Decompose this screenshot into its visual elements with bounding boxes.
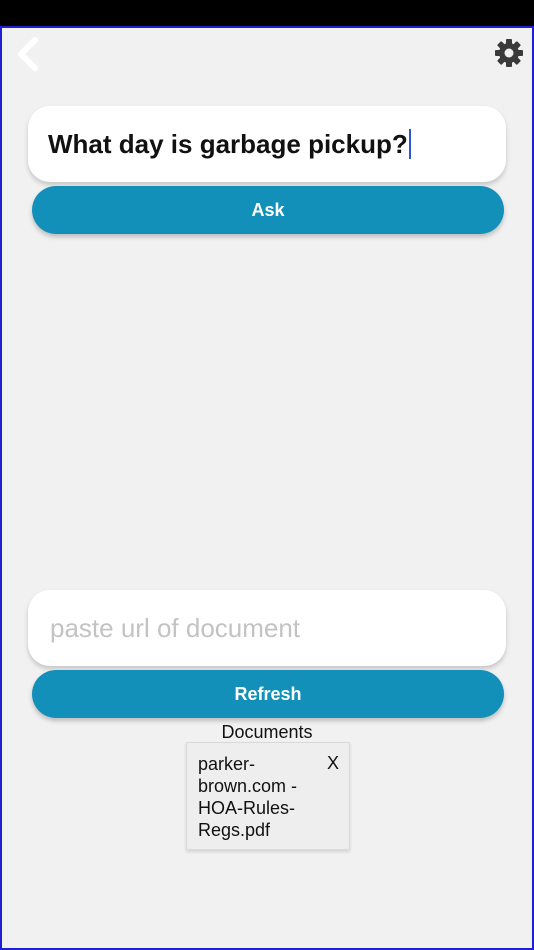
text-caret [408,129,411,159]
refresh-button[interactable]: Refresh [32,670,504,718]
chevron-left-icon [18,37,38,71]
question-field[interactable]: What day is garbage pickup? [28,106,506,182]
app-screen: What day is garbage pickup? Ask Refresh … [0,26,534,950]
question-input[interactable]: What day is garbage pickup? [48,129,411,160]
document-url-field[interactable] [28,590,506,666]
back-button[interactable] [10,36,46,72]
question-text: What day is garbage pickup? [48,128,408,159]
remove-document-button[interactable]: X [327,753,339,774]
ask-button[interactable]: Ask [32,186,504,234]
document-name: parker-brown.com - HOA-Rules-Regs.pdf [198,754,298,840]
gear-icon [495,39,523,67]
settings-button[interactable] [492,36,526,70]
documents-heading: Documents [221,722,313,742]
status-bar [0,0,534,26]
document-url-input[interactable] [48,611,486,645]
document-item: parker-brown.com - HOA-Rules-Regs.pdf X [186,742,350,850]
